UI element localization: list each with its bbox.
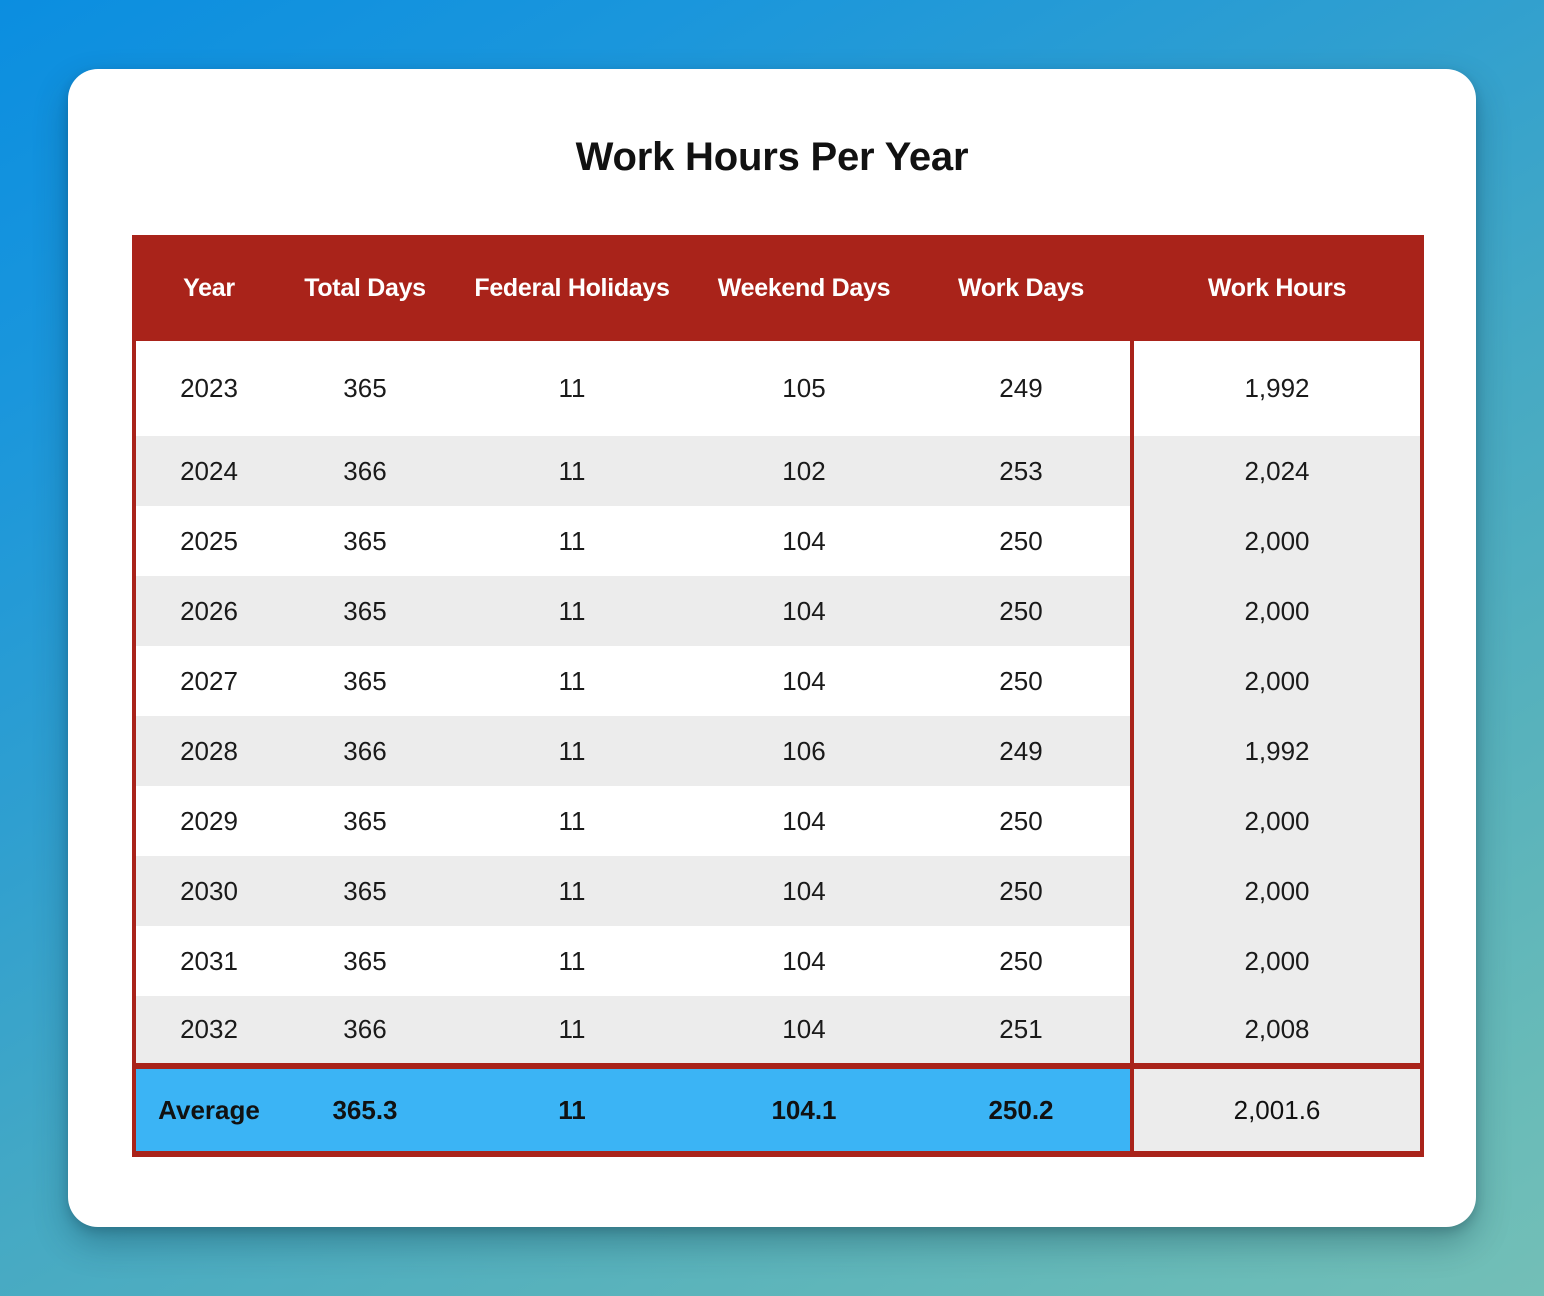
table-header: Year Total Days Federal Holidays Weekend… [134, 235, 1422, 341]
cell-year: 2028 [134, 716, 282, 786]
cell-work-hours: 1,992 [1130, 716, 1422, 786]
cell-federal-holidays: 11 [448, 646, 696, 716]
cell-year: 2026 [134, 576, 282, 646]
table-row[interactable]: 2031 365 11 104 250 2,000 [134, 926, 1422, 996]
cell-federal-holidays: 11 [448, 786, 696, 856]
table-row[interactable]: 2026 365 11 104 250 2,000 [134, 576, 1422, 646]
summary-label: Average [134, 1063, 282, 1157]
table-row[interactable]: 2030 365 11 104 250 2,000 [134, 856, 1422, 926]
cell-total-days: 365 [282, 856, 448, 926]
cell-weekend-days: 104 [696, 996, 912, 1066]
cell-work-hours: 2,000 [1130, 576, 1422, 646]
cell-work-days: 251 [912, 996, 1132, 1066]
cell-year: 2032 [134, 996, 282, 1066]
column-header-work-hours[interactable]: Work Hours [1130, 235, 1422, 341]
cell-work-hours: 2,000 [1130, 646, 1422, 716]
cell-federal-holidays: 11 [448, 996, 696, 1066]
cell-federal-holidays: 11 [448, 576, 696, 646]
summary-work-hours: 2,001.6 [1130, 1063, 1422, 1157]
cell-weekend-days: 105 [696, 341, 912, 436]
table-row[interactable]: 2032 366 11 104 251 2,008 [134, 996, 1422, 1066]
column-header-work-days[interactable]: Work Days [912, 235, 1132, 341]
cell-year: 2023 [134, 341, 282, 436]
cell-weekend-days: 102 [696, 436, 912, 506]
work-hours-table: Year Total Days Federal Holidays Weekend… [132, 235, 1424, 1157]
table-footer: Average 365.3 11 104.1 250.2 2,001.6 [134, 1063, 1422, 1157]
cell-year: 2031 [134, 926, 282, 996]
cell-total-days: 365 [282, 926, 448, 996]
cell-work-days: 250 [912, 926, 1132, 996]
cell-year: 2027 [134, 646, 282, 716]
header-row: Year Total Days Federal Holidays Weekend… [134, 235, 1422, 341]
cell-weekend-days: 104 [696, 926, 912, 996]
cell-total-days: 365 [282, 786, 448, 856]
table-row[interactable]: 2028 366 11 106 249 1,992 [134, 716, 1422, 786]
column-header-weekend-days[interactable]: Weekend Days [696, 235, 912, 341]
cell-work-days: 250 [912, 786, 1132, 856]
cell-total-days: 366 [282, 716, 448, 786]
cell-work-days: 250 [912, 856, 1132, 926]
cell-federal-holidays: 11 [448, 716, 696, 786]
cell-total-days: 366 [282, 996, 448, 1066]
table-row[interactable]: 2024 366 11 102 253 2,024 [134, 436, 1422, 506]
cell-year: 2029 [134, 786, 282, 856]
cell-year: 2025 [134, 506, 282, 576]
cell-federal-holidays: 11 [448, 506, 696, 576]
cell-work-days: 250 [912, 506, 1132, 576]
cell-year: 2030 [134, 856, 282, 926]
cell-work-hours: 2,000 [1130, 786, 1422, 856]
cell-work-hours: 2,008 [1130, 996, 1422, 1066]
cell-total-days: 365 [282, 506, 448, 576]
table-row[interactable]: 2027 365 11 104 250 2,000 [134, 646, 1422, 716]
table-container: Year Total Days Federal Holidays Weekend… [132, 235, 1424, 1157]
table-body: 2023 365 11 105 249 1,992 2024 366 11 102 253 2,024… [134, 341, 1422, 1066]
cell-work-hours: 2,024 [1130, 436, 1422, 506]
table-row[interactable]: 2029 365 11 104 250 2,000 [134, 786, 1422, 856]
column-header-total-days[interactable]: Total Days [282, 235, 448, 341]
cell-work-days: 253 [912, 436, 1132, 506]
cell-weekend-days: 104 [696, 786, 912, 856]
cell-weekend-days: 104 [696, 646, 912, 716]
cell-work-days: 249 [912, 716, 1132, 786]
cell-work-days: 250 [912, 646, 1132, 716]
cell-weekend-days: 104 [696, 576, 912, 646]
summary-work-days: 250.2 [912, 1063, 1132, 1157]
cell-work-hours: 2,000 [1130, 506, 1422, 576]
cell-work-days: 250 [912, 576, 1132, 646]
cell-work-days: 249 [912, 341, 1132, 436]
cell-work-hours: 2,000 [1130, 926, 1422, 996]
column-header-year[interactable]: Year [134, 235, 282, 341]
table-row[interactable]: 2025 365 11 104 250 2,000 [134, 506, 1422, 576]
table-card: Work Hours Per Year Year Total Days Fede… [68, 69, 1476, 1227]
cell-total-days: 365 [282, 341, 448, 436]
column-header-federal-holidays[interactable]: Federal Holidays [448, 235, 696, 341]
summary-weekend-days: 104.1 [696, 1063, 912, 1157]
summary-federal-holidays: 11 [448, 1063, 696, 1157]
summary-total-days: 365.3 [282, 1063, 448, 1157]
cell-work-hours: 2,000 [1130, 856, 1422, 926]
cell-total-days: 365 [282, 576, 448, 646]
cell-federal-holidays: 11 [448, 341, 696, 436]
cell-total-days: 366 [282, 436, 448, 506]
cell-total-days: 365 [282, 646, 448, 716]
summary-row: Average 365.3 11 104.1 250.2 2,001.6 [134, 1063, 1422, 1157]
cell-federal-holidays: 11 [448, 926, 696, 996]
cell-weekend-days: 104 [696, 856, 912, 926]
cell-federal-holidays: 11 [448, 856, 696, 926]
cell-year: 2024 [134, 436, 282, 506]
page-title: Work Hours Per Year [575, 135, 969, 179]
cell-weekend-days: 106 [696, 716, 912, 786]
cell-work-hours: 1,992 [1130, 341, 1422, 436]
cell-federal-holidays: 11 [448, 436, 696, 506]
cell-weekend-days: 104 [696, 506, 912, 576]
table-row[interactable]: 2023 365 11 105 249 1,992 [134, 341, 1422, 436]
